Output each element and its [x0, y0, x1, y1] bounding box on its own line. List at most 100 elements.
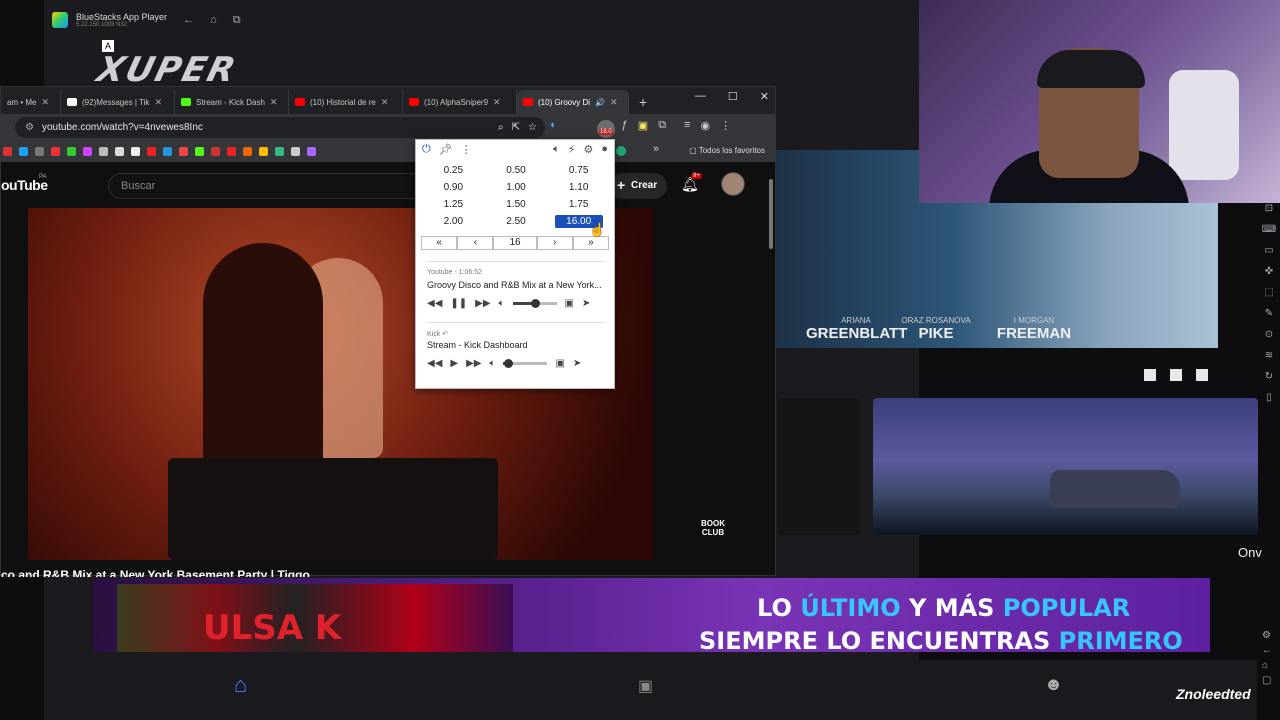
more-vertical-icon[interactable]: ⋮ — [461, 143, 472, 156]
close-icon[interactable]: ✕ — [270, 97, 278, 108]
volume-icon[interactable]: 🔈︎ — [553, 143, 560, 156]
avatar[interactable] — [721, 172, 745, 196]
function-icon[interactable]: ƒ — [622, 119, 628, 132]
bookmark-icon[interactable] — [291, 147, 300, 156]
back-icon[interactable]: ← — [1262, 645, 1272, 656]
pause-icon[interactable]: ❚❚ — [450, 298, 467, 309]
bookmark-icon[interactable] — [307, 147, 316, 156]
speed-option[interactable]: 1.75 — [547, 198, 610, 211]
apk-icon[interactable]: ⬚ — [1264, 284, 1273, 301]
github-icon[interactable]: ● — [601, 143, 608, 156]
bookmark-icon[interactable] — [67, 147, 76, 156]
close-icon[interactable]: ✕ — [41, 97, 49, 108]
video-speed-extension-icon[interactable]: 16.0 — [597, 120, 615, 138]
keyboard-icon[interactable]: ⌨ — [1262, 221, 1276, 238]
bookmark-icon[interactable] — [147, 147, 156, 156]
gear-icon[interactable]: ⚙ — [583, 143, 593, 156]
rewind-icon[interactable]: ◀◀ — [427, 358, 442, 369]
bookmark-star-icon[interactable]: ☆ — [528, 122, 545, 133]
speed-option[interactable]: 0.90 — [422, 181, 485, 194]
media-title[interactable]: Groovy Disco and R&B Mix at a New York..… — [427, 280, 609, 290]
minimize-icon[interactable]: — — [695, 90, 706, 103]
speed-option[interactable]: 1.00 — [485, 181, 548, 194]
sidebar-icon[interactable]: ▯ — [1266, 389, 1272, 406]
speed-max-button[interactable]: » — [572, 236, 610, 250]
tab[interactable]: Stream - Kick Dash ✕ — [175, 90, 289, 114]
power-icon[interactable]: ⏻ — [422, 143, 431, 156]
multi-window-icon[interactable]: ⧉ — [233, 14, 241, 27]
more-bookmarks-icon[interactable]: » — [653, 143, 659, 155]
puzzle-icon[interactable]: ⧉ — [658, 119, 666, 132]
speed-value-input[interactable]: 16 — [493, 236, 537, 250]
scrollbar-thumb[interactable] — [769, 179, 773, 249]
bookmark-icon[interactable] — [227, 147, 236, 156]
close-icon[interactable]: ✕ — [381, 97, 389, 108]
speed-option[interactable]: 0.25 — [422, 164, 485, 177]
media-title[interactable]: Stream - Kick Dashboard — [427, 340, 609, 350]
url-text[interactable]: youtube.com/watch?v=4nvewes8Inc — [42, 122, 203, 133]
volume-knob[interactable] — [530, 299, 540, 308]
folder-icon[interactable]: ▭ — [1264, 242, 1273, 259]
carousel-dots[interactable] — [1144, 369, 1208, 381]
speed-option[interactable]: 0.50 — [485, 164, 548, 177]
edit-icon[interactable]: ✎ — [1265, 305, 1273, 322]
bookmark-icon[interactable] — [19, 147, 28, 156]
volume-slider[interactable] — [512, 299, 557, 308]
media-icon[interactable]: ≡ — [684, 119, 690, 132]
speed-option[interactable]: 1.25 — [422, 198, 485, 211]
pip-icon[interactable]: ▣ — [555, 358, 564, 369]
back-icon[interactable]: ← — [183, 14, 194, 26]
bookmark-icon[interactable] — [51, 147, 60, 156]
home-icon[interactable]: ⌂ — [1262, 660, 1272, 671]
bookmark-icon[interactable] — [83, 147, 92, 156]
volume-slider[interactable] — [503, 359, 548, 368]
gamepad-icon[interactable]: ✜ — [1265, 263, 1273, 280]
bookmark-icon[interactable] — [243, 147, 252, 156]
tv-icon[interactable]: ▣ — [638, 676, 653, 696]
menu-icon[interactable]: ⋮ — [720, 119, 731, 132]
bookmark-icon[interactable] — [35, 147, 44, 156]
search-input[interactable]: Buscar — [108, 173, 418, 199]
rewind-icon[interactable]: ◀◀ — [427, 298, 442, 309]
cursor-icon[interactable]: ➤ — [573, 358, 581, 369]
tab[interactable]: (10) AlphaSniper9 ✕ — [403, 90, 517, 114]
speed-option[interactable]: 2.00 — [422, 215, 485, 228]
install-icon[interactable]: ⇱ — [512, 122, 520, 133]
bookmark-icon[interactable] — [3, 147, 12, 156]
tab[interactable]: am • Me ✕ — [1, 90, 61, 114]
maximize-icon[interactable]: ☐ — [728, 90, 738, 103]
bookmark-icon[interactable] — [99, 147, 108, 156]
fast-forward-icon[interactable]: ▶▶ — [466, 358, 481, 369]
create-button[interactable]: Crear — [609, 172, 667, 199]
scrollbar[interactable] — [767, 169, 775, 575]
bookmark-icon[interactable] — [211, 147, 220, 156]
bookmark-icon[interactable] — [259, 147, 268, 156]
tab[interactable]: (92)Messages | Tik ✕ — [61, 90, 175, 114]
carousel-dot[interactable] — [1170, 369, 1182, 381]
speed-increase-button[interactable]: › — [536, 236, 573, 250]
profile-icon[interactable]: ◉ — [700, 119, 710, 132]
cursor-icon[interactable]: ➤ — [582, 298, 590, 309]
speed-option[interactable]: 0.75 — [547, 164, 610, 177]
promo-banner[interactable]: ULSA K LO ÚLTIMO Y MÁS POPULAR SIEMPRE L… — [93, 578, 1210, 652]
bookmark-icon[interactable] — [195, 147, 204, 156]
alien-icon[interactable]: ☻ — [1044, 674, 1063, 695]
volume-knob[interactable] — [503, 359, 513, 368]
speed-option[interactable]: 2.50 — [485, 215, 548, 228]
all-bookmarks-link[interactable]: ▢ Todos los favoritos — [689, 146, 765, 155]
close-icon[interactable]: ✕ — [493, 97, 501, 108]
tab[interactable]: (10) Historial de re ✕ — [289, 90, 403, 114]
zoom-icon[interactable]: ⌕ — [498, 122, 504, 133]
speed-decrease-button[interactable]: ‹ — [457, 236, 494, 250]
speed-min-button[interactable]: « — [421, 236, 458, 250]
home-small-icon[interactable]: ⌂ — [210, 14, 217, 26]
location-icon[interactable]: ⊙ — [1265, 326, 1273, 343]
undo-icon[interactable]: ↶ — [442, 331, 448, 338]
bookmark-icon[interactable] — [131, 147, 140, 156]
extension-icon[interactable]: ◖ — [549, 119, 556, 132]
new-tab-button[interactable]: + — [629, 90, 657, 114]
bookmark-icon[interactable] — [179, 147, 188, 156]
play-icon[interactable]: ▶ — [450, 358, 458, 369]
close-icon[interactable]: ✕ — [610, 97, 618, 108]
pin-icon[interactable]: 📌︎ — [439, 143, 453, 156]
